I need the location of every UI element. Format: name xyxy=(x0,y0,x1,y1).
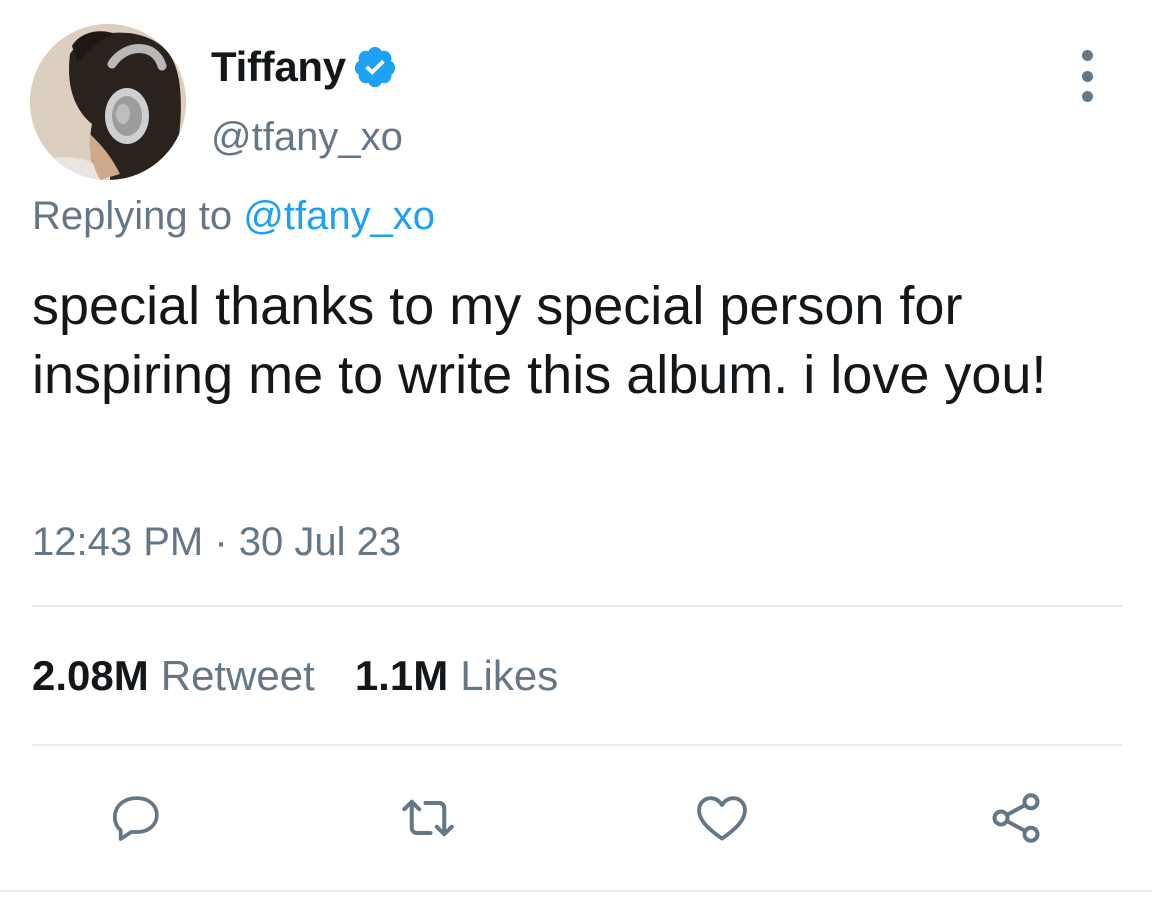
retweet-count[interactable]: 2.08M xyxy=(32,652,149,700)
retweet-label[interactable]: Retweet xyxy=(161,652,315,700)
likes-label[interactable]: Likes xyxy=(460,652,558,700)
share-icon xyxy=(992,793,1040,843)
verified-badge-icon xyxy=(352,44,398,90)
more-dot xyxy=(1081,70,1093,82)
more-dot xyxy=(1081,91,1093,102)
reply-mention-link[interactable]: @tfany_xo xyxy=(243,194,435,238)
likes-count[interactable]: 1.1M xyxy=(355,652,448,700)
retweet-button[interactable] xyxy=(398,788,458,848)
divider xyxy=(32,605,1122,607)
author-handle[interactable]: @tfany_xo xyxy=(211,115,403,160)
tweet-text: special thanks to my special person for … xyxy=(32,276,1047,405)
retweet-icon xyxy=(402,799,454,837)
tweet-timestamp[interactable]: 12:43 PM · 30 Jul 23 xyxy=(32,520,401,565)
replying-to: Replying to @tfany_xo xyxy=(32,194,435,239)
divider xyxy=(32,744,1122,746)
tweet-detail: Tiffany @tfany_xo Replying to @tfany_xo … xyxy=(0,0,1152,909)
like-button[interactable] xyxy=(692,788,752,848)
share-button[interactable] xyxy=(986,788,1046,848)
reply-button[interactable] xyxy=(107,788,167,848)
reply-icon xyxy=(112,796,159,841)
author-display-name[interactable]: Tiffany xyxy=(211,43,346,91)
profile-photo-icon xyxy=(30,24,186,180)
author-name-row[interactable]: Tiffany xyxy=(211,42,398,92)
avatar[interactable] xyxy=(30,24,186,180)
replying-to-prefix: Replying to xyxy=(32,194,244,238)
divider xyxy=(0,890,1152,892)
tweet-stats: 2.08M Retweet 1.1M Likes xyxy=(32,652,558,700)
more-options-icon[interactable] xyxy=(1072,50,1102,102)
heart-icon xyxy=(697,796,747,841)
more-dot xyxy=(1081,50,1093,61)
